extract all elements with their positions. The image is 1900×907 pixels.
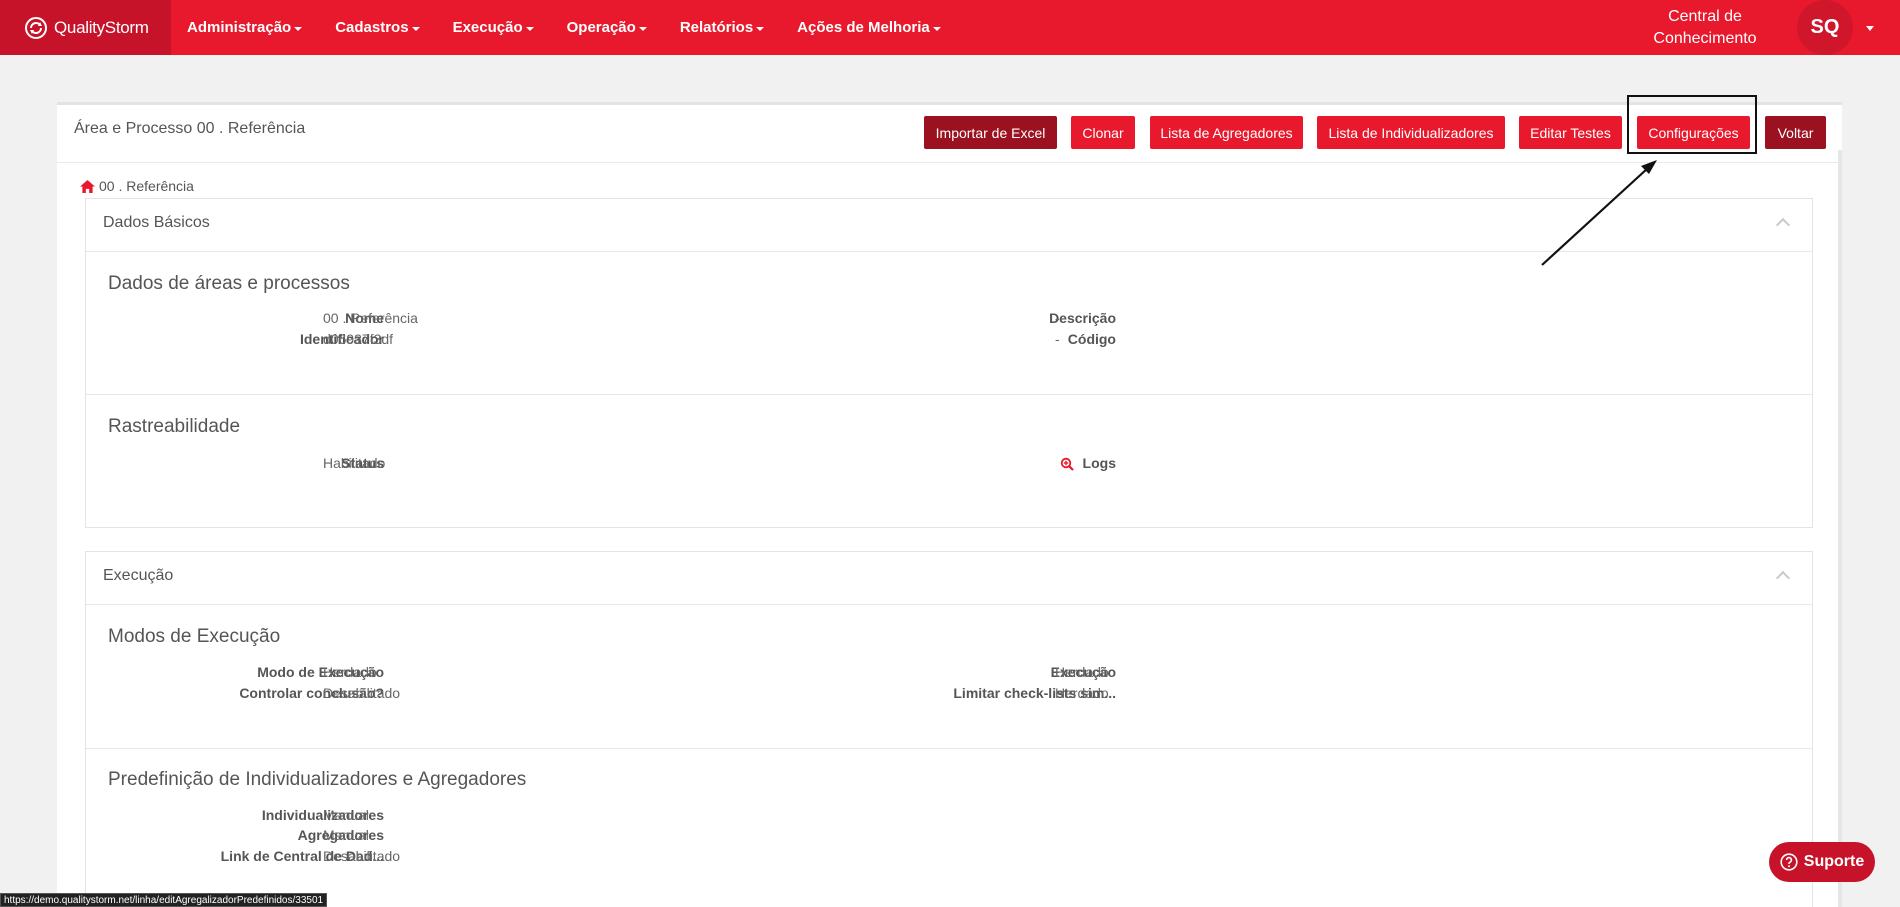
caret-down-icon <box>932 26 941 31</box>
chevron-up-icon[interactable] <box>1775 570 1791 586</box>
code-value: - <box>1055 331 1060 347</box>
support-label: Suporte <box>1803 853 1865 870</box>
clone-button[interactable]: Clonar <box>1071 116 1135 149</box>
qualitystorm-logo-icon <box>25 16 47 39</box>
breadcrumb-current[interactable]: 00 . Referência <box>99 178 194 194</box>
top-navbar: QualityStorm Administração Cadastros Exe… <box>0 0 1900 55</box>
knowledge-center-link[interactable]: Central de Conhecimento <box>1630 6 1780 50</box>
status-value: Habilitado <box>323 455 386 471</box>
execution-modes-title: Modos de Execução <box>108 626 281 647</box>
menu-label: Execução <box>452 19 523 36</box>
traceability-section: Rastreabilidade Status Habilitado Logs <box>86 395 1812 527</box>
basic-data-title: Dados Básicos <box>103 214 210 231</box>
data-center-link-value: Desabilitado <box>323 848 401 864</box>
logs-label: Logs <box>1082 455 1116 471</box>
identifier-value: d06937f3df <box>323 331 394 347</box>
predefinition-section: Predefinição de Individualizadores e Agr… <box>86 749 1812 907</box>
brand-logo[interactable]: QualityStorm <box>0 0 171 55</box>
individualizers-value: Manual <box>323 807 369 823</box>
basic-data-card: Dados Básicos Dados de áreas e processos… <box>85 198 1813 528</box>
execution-mode-value: Herdado <box>323 664 377 680</box>
execution-title: Execução <box>103 567 174 584</box>
execution-value: Herdado <box>1055 664 1109 680</box>
page-header: Área e Processo 00 . Referência Importar… <box>57 105 1842 163</box>
areas-section: Dados de áreas e processos Nome 00 . Ref… <box>86 252 1812 395</box>
menu-administracao[interactable]: Administração <box>187 19 303 36</box>
basic-data-header[interactable]: Dados Básicos <box>86 199 1812 252</box>
menu-label: Ações de Melhoria <box>797 19 930 36</box>
menu-operacao[interactable]: Operação <box>567 19 647 36</box>
support-button[interactable]: Suporte <box>1769 842 1875 882</box>
name-value: 00 . Referência <box>323 310 418 326</box>
status-bar-url: https://demo.qualitystorm.net/linha/edit… <box>0 893 328 907</box>
caret-down-icon <box>525 26 534 31</box>
caret-down-icon <box>411 26 420 31</box>
code-label: Código <box>1067 331 1116 347</box>
back-button[interactable]: Voltar <box>1765 116 1826 149</box>
description-value: - <box>1055 310 1060 326</box>
caret-down-icon <box>294 26 303 31</box>
aggregators-list-button[interactable]: Lista de Agregadores <box>1150 116 1303 149</box>
traceability-title: Rastreabilidade <box>108 416 241 437</box>
user-avatar[interactable]: SQ <box>1797 0 1853 55</box>
brand-name: QualityStorm <box>54 17 149 37</box>
control-conclusion-value: Desabilitado <box>323 685 401 701</box>
home-icon[interactable] <box>80 179 95 193</box>
help-circle-icon <box>1780 853 1798 871</box>
zoom-in-icon[interactable] <box>1060 457 1074 471</box>
menu-relatorios[interactable]: Relatórios <box>679 19 765 36</box>
menu-label: Operação <box>566 19 636 36</box>
menu-execucao[interactable]: Execução <box>453 19 534 36</box>
menu-label: Cadastros <box>335 19 409 36</box>
menu-label: Relatórios <box>679 19 754 36</box>
menu-acoes-de-melhoria[interactable]: Ações de Melhoria <box>797 19 941 36</box>
annotation-highlight-box <box>1627 95 1757 154</box>
main-menu: Administração Cadastros Execução Operaçã… <box>187 0 974 55</box>
areas-section-title: Dados de áreas e processos <box>108 273 350 294</box>
limit-checklists-value: Herdado <box>1055 685 1109 701</box>
content-scrollbar[interactable] <box>1838 150 1842 907</box>
knowledge-line-1: Central de <box>1668 8 1742 25</box>
individualizers-list-button[interactable]: Lista de Individualizadores <box>1317 116 1505 149</box>
menu-label: Administração <box>187 19 292 36</box>
predefinition-title: Predefinição de Individualizadores e Agr… <box>108 769 527 790</box>
knowledge-line-2: Conhecimento <box>1653 30 1757 47</box>
caret-down-icon <box>756 26 765 31</box>
execution-header[interactable]: Execução <box>86 552 1812 605</box>
chevron-up-icon[interactable] <box>1775 217 1791 233</box>
execution-card: Execução Modos de Execução Modo de Execu… <box>85 551 1813 907</box>
page-title: Área e Processo 00 . Referência <box>74 120 306 137</box>
aggregators-value: Manual <box>323 827 369 843</box>
menu-cadastros[interactable]: Cadastros <box>335 19 420 36</box>
edit-tests-button[interactable]: Editar Testes <box>1519 116 1622 149</box>
user-menu-caret-icon[interactable] <box>1866 26 1874 31</box>
import-excel-button[interactable]: Importar de Excel <box>924 116 1057 149</box>
caret-down-icon <box>638 26 647 31</box>
breadcrumb: 00 . Referência <box>80 178 194 194</box>
execution-modes-section: Modos de Execução Modo de Execução Herda… <box>86 605 1812 749</box>
